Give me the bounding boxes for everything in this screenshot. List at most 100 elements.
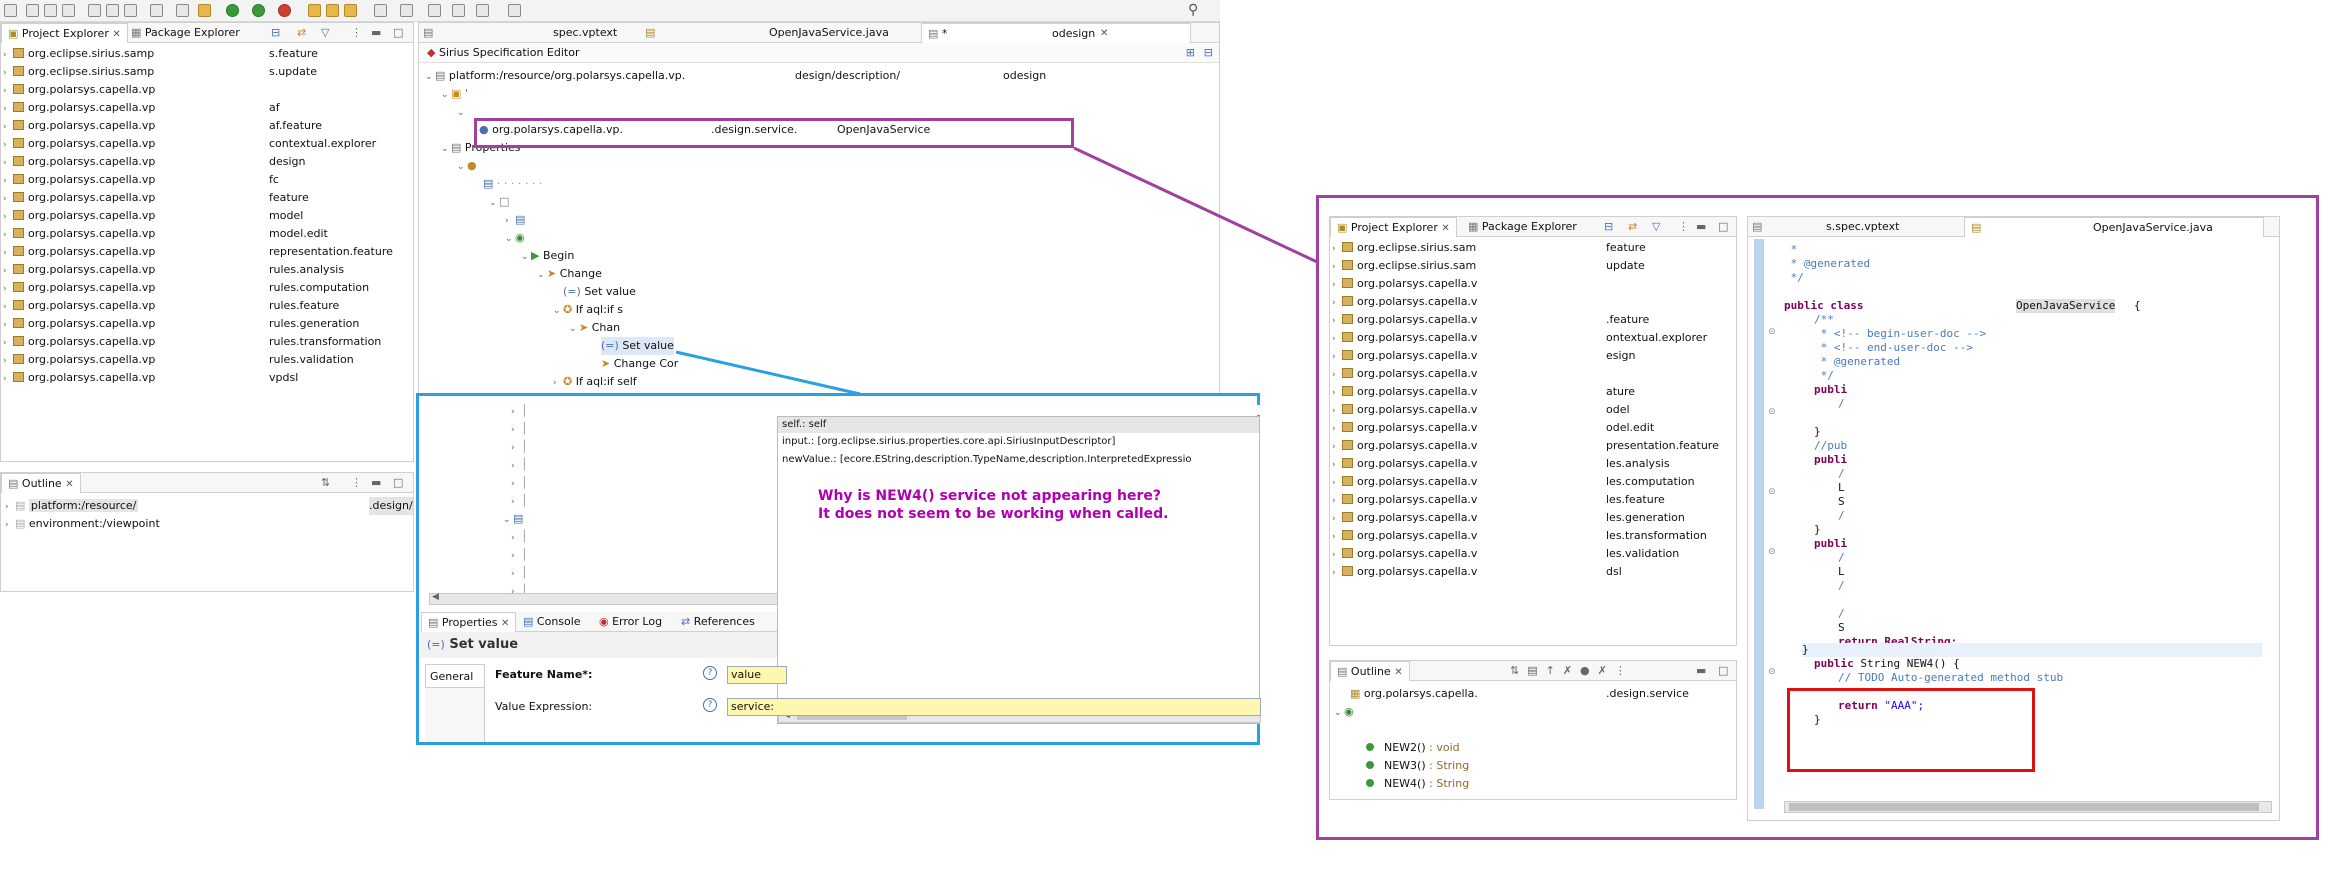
editor-tab-java[interactable]: ▤ OpenJavaService.java [1964,217,2264,237]
tab-error-log[interactable]: ◉ Error Log [599,612,662,632]
tree-project-item[interactable]: › org.polarsys.capella.vp rules.feature [3,297,339,315]
tab-project-explorer[interactable]: ▣ Project Explorer ✕ [1,23,128,43]
code-line[interactable]: */ [1814,369,1834,383]
collapse-all-icon[interactable]: ⊟ [1604,217,1613,237]
code-line[interactable]: * @generated [1784,257,1870,271]
editor-tab-spec[interactable]: ▤ s.spec.vptext [1752,217,1899,237]
chevron-right-icon[interactable]: › [1332,240,1342,258]
minimize-icon[interactable]: ▬ [371,23,381,43]
value-expression-field[interactable]: service: [727,698,1261,716]
code-line[interactable]: L [1838,565,1845,579]
step-over-icon[interactable] [124,4,137,17]
minimize-icon[interactable]: ▬ [1696,661,1706,681]
tree-root[interactable]: ⌄ ▤ platform:/resource/org.polarsys.capel… [425,67,1046,85]
tree-project-item[interactable]: › org.polarsys.capella.v les.computation [1332,473,1695,491]
back-icon[interactable] [452,4,465,17]
tab-package-explorer[interactable]: ▦ Package Explorer [1468,217,1577,237]
tree-project-item[interactable]: › org.polarsys.capella.vp feature [3,189,309,208]
tree-group[interactable]: ⌄ [457,103,467,121]
chevron-right-icon[interactable]: › [1332,546,1342,564]
step-icon[interactable] [106,4,119,17]
tree-project-item[interactable]: › org.polarsys.capella.vp model.edit [3,225,328,243]
new-package-icon[interactable] [326,4,339,17]
code-line[interactable]: S [1838,495,1845,509]
tree-if2[interactable]: › ✪ If aql:if self [553,373,637,391]
minimize-icon[interactable]: ▬ [371,473,381,493]
editor-hscrollbar[interactable]: ◀ [429,592,785,605]
maximize-icon[interactable]: □ [393,23,403,43]
chevron-right-icon[interactable]: › [3,316,13,334]
outline-method[interactable]: NEW3() : String [1366,757,1469,775]
filter-icon[interactable]: ▽ [1652,217,1660,237]
view-menu-icon[interactable]: ⋮ [1678,217,1689,237]
tree-project-item[interactable]: › org.polarsys.capella.vp [3,81,155,99]
chevron-right-icon[interactable]: › [1332,312,1342,330]
tree-project-item[interactable]: › org.polarsys.capella.vp rules.analysis [3,261,344,279]
completion-item-input[interactable]: input.: [org.eclipse.sirius.properties.c… [778,433,1259,451]
help-icon[interactable]: ? [703,698,717,712]
skip-icon[interactable] [150,4,163,17]
tree-change[interactable]: ⌄ ➤ Change [537,265,602,283]
new-java-project-icon[interactable] [308,4,321,17]
tab-package-explorer[interactable]: ▦ Package Explorer [131,23,240,43]
code-line-current[interactable]: } [1802,643,2262,657]
chevron-right-icon[interactable]: › [1332,402,1342,420]
chevron-right-icon[interactable]: › [3,154,13,172]
tree-change-con[interactable]: ➤ Change Cor [601,355,678,373]
terminal-icon[interactable] [176,4,189,17]
tree-project-item[interactable]: › org.polarsys.capella.v [1332,293,1477,311]
tree-project-item[interactable]: › org.polarsys.capella.vp vpdsl [3,369,298,388]
tree-project-item[interactable]: › org.polarsys.capella.vp model [3,207,303,225]
tree-project-item[interactable]: › org.polarsys.capella.vp rules.transforma… [3,333,381,352]
tab-outline[interactable]: ▤ Outline ✕ [1330,661,1410,681]
chevron-right-icon[interactable]: › [3,280,13,298]
filter-icon[interactable]: ▽ [321,23,329,43]
chevron-right-icon[interactable]: › [1332,510,1342,528]
tree-node[interactable]: ⌄ □ [489,193,509,211]
chevron-right-icon[interactable]: › [3,334,13,352]
tree-project-item[interactable]: › org.polarsys.capella.vp representation.f… [3,243,393,261]
chevron-right-icon[interactable]: › [3,190,13,208]
code-line[interactable]: / [1838,509,1845,523]
editor-tab-java[interactable]: ▤ OpenJavaService.java [645,23,889,43]
chevron-right-icon[interactable]: › [1332,348,1342,366]
code-line[interactable]: publi [1814,383,1847,397]
tree-project-item[interactable]: › org.eclipse.sirius.sam update [1332,257,1645,275]
tree-project-item[interactable]: › org.eclipse.sirius.samp s.feature [3,45,318,64]
chevron-right-icon[interactable]: › [1332,420,1342,438]
maximize-icon[interactable]: □ [393,473,403,493]
maximize-icon[interactable]: □ [1718,217,1728,237]
chevron-right-icon[interactable]: › [3,118,13,136]
code-line[interactable]: / [1838,397,1845,411]
new-icon[interactable] [4,4,17,17]
collapse-all-icon[interactable]: ⊟ [271,23,280,43]
save-icon[interactable] [26,4,39,17]
chevron-right-icon[interactable]: › [1332,528,1342,546]
code-line[interactable]: */ [1784,271,1804,285]
tree-node[interactable]: ⌄ ◉ [505,229,525,247]
tree-project-item[interactable]: › org.polarsys.capella.vp rules.validation [3,351,354,369]
chevron-right-icon[interactable]: › [3,46,13,64]
view-menu-icon[interactable]: ⋮ [351,23,362,43]
chevron-right-icon[interactable]: › [3,370,13,388]
tree-project-item[interactable]: › org.polarsys.capella.vp design [3,153,306,172]
tree-set-value[interactable]: (=) Set value [553,283,636,301]
chevron-right-icon[interactable]: › [1332,456,1342,474]
tree-node[interactable]: ⌄ ● [457,157,477,175]
open-perspective-icon[interactable] [508,4,521,17]
code-line[interactable]: // TODO Auto-generated method stub [1838,671,2063,685]
tools-icon[interactable] [198,4,211,17]
external-tools-icon[interactable] [278,4,291,17]
tree-if[interactable]: ⌄ ✪ If aql:if s [553,301,623,319]
tree-project-item[interactable]: › org.polarsys.capella.vp rules.generation [3,315,359,334]
tree-project-item[interactable]: › org.polarsys.capella.v ature [1332,383,1635,401]
chevron-right-icon[interactable]: › [3,100,13,118]
code-line[interactable]: * <!-- end-user-doc --> [1814,341,1973,355]
tree-project-item[interactable]: › org.polarsys.capella.vp fc [3,171,279,189]
new-class-icon[interactable] [344,4,357,17]
tree-project-item[interactable]: › org.polarsys.capella.v odel [1332,401,1630,420]
tree-project-item[interactable]: › org.eclipse.sirius.samp s.update [3,63,317,81]
code-line[interactable]: publi [1814,537,1847,551]
view-menu-icon[interactable]: ⋮ [351,473,362,493]
tree-project-item[interactable]: › org.polarsys.capella.v ontextual.explore… [1332,329,1707,347]
